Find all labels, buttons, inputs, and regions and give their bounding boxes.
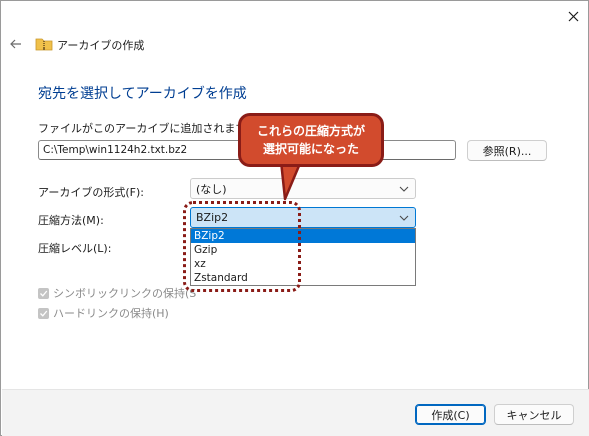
file-label: ファイルがこのアーカイブに追加されます(A): [38, 122, 263, 135]
hardlink-checkbox-row[interactable]: ハードリンクの保持(H): [38, 305, 169, 321]
symlink-checkbox[interactable]: [38, 287, 49, 299]
hardlink-label: ハードリンクの保持(H): [53, 307, 169, 320]
check-icon: [40, 310, 48, 317]
create-button[interactable]: 作成(C): [415, 404, 486, 425]
callout-line-1: これらの圧縮方式が: [256, 124, 365, 138]
window-title: アーカイブの作成: [57, 39, 145, 52]
highlight-dotted-box: [183, 201, 301, 292]
close-icon: [568, 11, 578, 21]
format-select-value: (なし): [196, 182, 227, 196]
level-label: 圧縮レベル(L):: [38, 242, 112, 255]
hardlink-checkbox[interactable]: [38, 307, 49, 319]
symlink-label: シンボリックリンクの保持(S: [53, 287, 197, 300]
back-button[interactable]: [8, 36, 24, 52]
archive-dialog: アーカイブの作成 宛先を選択してアーカイブを作成 ファイルがこのアーカイブに追加…: [0, 0, 589, 436]
close-button[interactable]: [561, 6, 585, 26]
callout-line-2: 選択可能になった: [262, 142, 359, 156]
chevron-down-icon: [399, 215, 409, 221]
compression-label: 圧縮方法(M):: [38, 214, 104, 227]
arrow-left-icon: [10, 39, 21, 49]
browse-button[interactable]: 参照(R)...: [467, 140, 547, 161]
cancel-button[interactable]: キャンセル: [494, 404, 574, 425]
chevron-down-icon: [399, 186, 409, 192]
dialog-footer: 作成(C) キャンセル: [2, 389, 589, 436]
symlink-checkbox-row[interactable]: シンボリックリンクの保持(S: [38, 285, 196, 301]
folder-zip-icon: [35, 38, 53, 51]
callout-tail: [279, 161, 303, 201]
format-label: アーカイブの形式(F):: [38, 186, 144, 199]
annotation-callout: これらの圧縮方式が 選択可能になった: [238, 113, 384, 167]
page-heading: 宛先を選択してアーカイブを作成: [38, 86, 247, 102]
check-icon: [40, 290, 48, 297]
